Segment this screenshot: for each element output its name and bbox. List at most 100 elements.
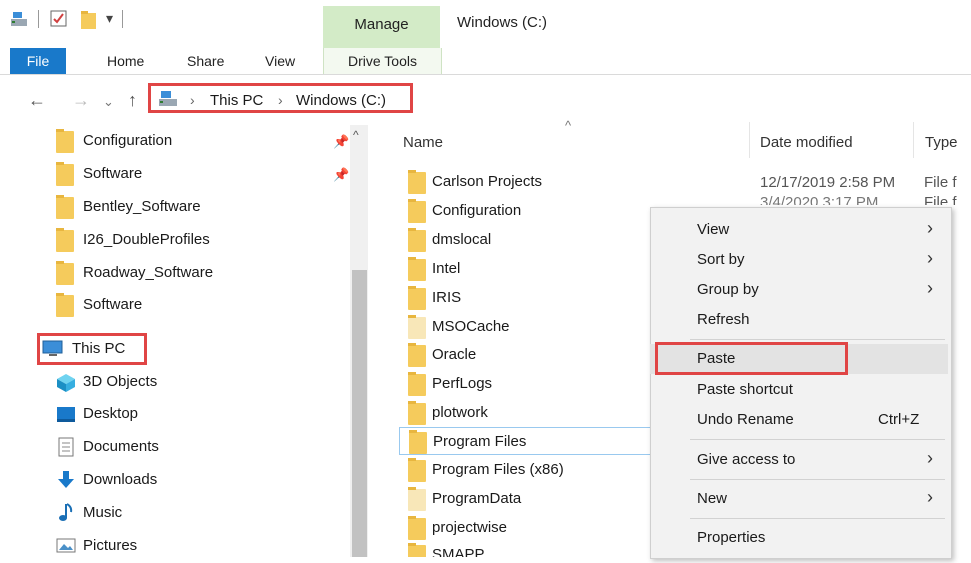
new-folder-icon[interactable] bbox=[80, 10, 98, 30]
nav-item-software-2[interactable]: Software bbox=[56, 292, 346, 322]
nav-item-roadway-software[interactable]: Roadway_Software bbox=[56, 260, 346, 290]
menu-item-label: Undo Rename bbox=[697, 411, 794, 428]
file-name: projectwise bbox=[432, 519, 508, 536]
file-date: 3/4/2020 3:17 PM bbox=[760, 194, 879, 205]
file-type: File f bbox=[924, 194, 957, 205]
menu-item-new[interactable]: New › bbox=[650, 484, 950, 514]
menu-item-label: Properties bbox=[697, 529, 766, 546]
nav-item-downloads[interactable]: Downloads bbox=[56, 467, 346, 497]
menu-item-give-access-to[interactable]: Give access to › bbox=[650, 445, 950, 475]
submenu-chevron-icon: › bbox=[927, 248, 933, 268]
breadcrumb-separator[interactable]: › bbox=[190, 92, 195, 108]
file-row[interactable]: IRIS bbox=[399, 284, 659, 312]
nav-item-documents[interactable]: Documents bbox=[56, 434, 346, 464]
file-row[interactable]: SMAPP bbox=[399, 541, 659, 557]
column-header-name[interactable]: Name bbox=[403, 134, 443, 151]
tab-home[interactable]: Home bbox=[107, 48, 144, 74]
menu-item-label: Give access to bbox=[697, 451, 796, 468]
file-row[interactable]: Carlson Projects bbox=[399, 168, 659, 196]
file-row[interactable]: Oracle bbox=[399, 341, 659, 369]
breadcrumb-this-pc[interactable]: This PC bbox=[210, 92, 263, 109]
menu-item-refresh[interactable]: Refresh bbox=[650, 305, 950, 335]
tab-view[interactable]: View bbox=[265, 48, 295, 74]
tab-drive-tools[interactable]: Drive Tools bbox=[323, 48, 442, 74]
pictures-icon bbox=[56, 538, 76, 553]
nav-item-label: Music bbox=[83, 504, 123, 521]
menu-separator bbox=[690, 479, 945, 480]
folder-icon bbox=[56, 261, 74, 285]
submenu-chevron-icon: › bbox=[927, 278, 933, 298]
file-row[interactable]: dmslocal bbox=[399, 226, 659, 254]
tab-file[interactable]: File bbox=[10, 48, 66, 74]
menu-separator bbox=[690, 339, 945, 340]
scroll-up-arrow-icon[interactable]: ^ bbox=[353, 128, 359, 142]
nav-item-3d-objects[interactable]: 3D Objects bbox=[56, 369, 346, 399]
nav-item-label: Configuration bbox=[83, 132, 173, 149]
nav-item-configuration[interactable]: Configuration bbox=[56, 128, 346, 158]
folder-icon bbox=[408, 343, 426, 367]
breadcrumb-windows-c[interactable]: Windows (C:) bbox=[296, 92, 386, 109]
file-row[interactable]: Configuration bbox=[399, 197, 659, 225]
recent-locations-chevron-icon[interactable]: ⌄ bbox=[103, 94, 114, 110]
menu-item-paste-shortcut[interactable]: Paste shortcut bbox=[650, 375, 950, 405]
manage-tab-label[interactable]: Manage bbox=[323, 16, 440, 33]
downloads-icon bbox=[58, 471, 74, 488]
menu-item-label: Refresh bbox=[697, 311, 750, 328]
customize-toolbar-chevron-icon[interactable]: ▾ bbox=[106, 10, 113, 27]
file-row[interactable]: ProgramData bbox=[399, 485, 659, 513]
sort-ascending-caret-icon: ^ bbox=[565, 118, 572, 133]
file-row[interactable]: projectwise bbox=[399, 514, 659, 542]
nav-item-label: Downloads bbox=[83, 471, 158, 488]
nav-item-pictures[interactable]: Pictures bbox=[56, 533, 346, 563]
menu-item-view[interactable]: View › bbox=[650, 215, 950, 245]
pin-icon[interactable]: 📌 bbox=[333, 167, 349, 183]
file-type: File f bbox=[924, 174, 957, 191]
file-row[interactable]: Intel bbox=[399, 255, 659, 283]
pin-icon[interactable]: 📌 bbox=[333, 134, 349, 150]
hidden-folder-icon bbox=[408, 487, 426, 511]
nav-item-label: Software bbox=[83, 165, 143, 182]
menu-item-label: Group by bbox=[697, 281, 759, 298]
back-arrow-icon[interactable]: ← bbox=[28, 90, 46, 111]
up-arrow-icon[interactable]: ↑ bbox=[128, 90, 137, 111]
menu-item-properties[interactable]: Properties bbox=[650, 523, 950, 553]
forward-arrow-icon[interactable]: → bbox=[72, 90, 90, 111]
drive-properties-icon[interactable] bbox=[10, 10, 30, 28]
menu-item-undo-rename[interactable]: Undo Rename Ctrl+Z bbox=[650, 405, 950, 435]
file-row[interactable]: PerfLogs bbox=[399, 370, 659, 398]
file-row-selected[interactable]: Program Files bbox=[399, 427, 659, 455]
file-name: Configuration bbox=[432, 202, 522, 219]
folder-icon bbox=[408, 286, 426, 310]
column-header-type[interactable]: Type bbox=[925, 134, 958, 151]
nav-item-desktop[interactable]: Desktop bbox=[56, 401, 346, 431]
properties-checkbox-icon[interactable] bbox=[50, 10, 68, 28]
nav-item-i26-doubleprofiles[interactable]: I26_DoubleProfiles bbox=[56, 227, 346, 257]
nav-item-label: Pictures bbox=[83, 537, 138, 554]
submenu-chevron-icon: › bbox=[927, 448, 933, 468]
breadcrumb-separator[interactable]: › bbox=[278, 92, 283, 108]
column-divider[interactable] bbox=[913, 122, 914, 158]
tab-share[interactable]: Share bbox=[187, 48, 224, 74]
menu-item-sort-by[interactable]: Sort by › bbox=[650, 245, 950, 275]
menu-item-group-by[interactable]: Group by › bbox=[650, 275, 950, 305]
menu-item-label: Sort by bbox=[697, 251, 745, 268]
submenu-chevron-icon: › bbox=[927, 487, 933, 507]
menu-item-label: New bbox=[697, 490, 728, 507]
navpane-scrollbar-thumb[interactable] bbox=[352, 270, 367, 557]
nav-item-label: Software bbox=[83, 296, 143, 313]
toolbar-divider bbox=[38, 10, 39, 28]
toolbar-divider bbox=[122, 10, 123, 28]
nav-item-music[interactable]: Music bbox=[56, 500, 346, 530]
nav-item-bentley-software[interactable]: Bentley_Software bbox=[56, 194, 346, 224]
file-name: PerfLogs bbox=[432, 375, 493, 392]
window-title: Windows (C:) bbox=[457, 14, 548, 31]
documents-icon bbox=[58, 437, 74, 457]
nav-item-label: 3D Objects bbox=[83, 373, 158, 390]
column-divider[interactable] bbox=[749, 122, 750, 158]
file-row[interactable]: Program Files (x86) bbox=[399, 456, 659, 484]
nav-item-software[interactable]: Software bbox=[56, 161, 346, 191]
folder-icon bbox=[408, 458, 426, 482]
file-row[interactable]: MSOCache bbox=[399, 313, 659, 341]
column-header-date-modified[interactable]: Date modified bbox=[760, 134, 853, 151]
file-row[interactable]: plotwork bbox=[399, 399, 659, 427]
